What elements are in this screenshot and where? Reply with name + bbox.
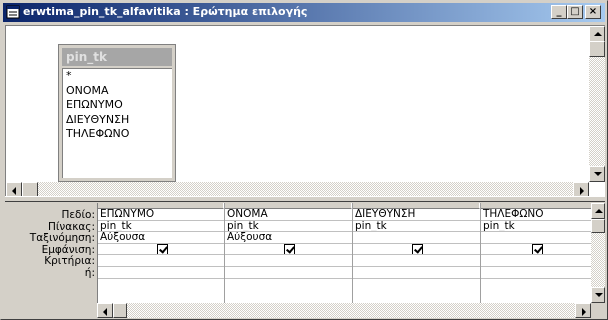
row-labels: Πεδίο: Πίνακας: Ταξινόμηση: Εμφάνιση: Κρ… — [5, 209, 97, 280]
pane-splitter[interactable] — [5, 196, 605, 202]
show-cell — [225, 243, 352, 256]
table-cell[interactable]: pin_tk — [481, 221, 591, 233]
scroll-thumb[interactable] — [591, 219, 605, 233]
criteria-cell[interactable] — [225, 255, 352, 267]
scroll-up-button[interactable] — [591, 203, 605, 219]
close-icon: × — [588, 6, 598, 17]
show-cell — [98, 243, 224, 256]
query-icon — [6, 5, 20, 19]
grid-column[interactable]: ΤΗΛΕΦΩΝΟ pin_tk — [481, 203, 591, 303]
right-arrow-icon — [582, 308, 586, 316]
or-cell[interactable] — [98, 267, 224, 279]
close-button[interactable]: × — [585, 5, 601, 19]
scroll-down-button[interactable] — [589, 166, 605, 182]
or-cell[interactable] — [481, 267, 591, 279]
maximize-icon: □ — [570, 6, 580, 17]
right-arrow-icon — [580, 187, 584, 195]
sort-cell[interactable]: Αύξουσα — [98, 232, 224, 244]
up-arrow-icon — [594, 32, 602, 36]
show-checkbox[interactable] — [532, 243, 543, 255]
show-checkbox[interactable] — [284, 243, 295, 255]
scroll-thumb[interactable] — [113, 303, 127, 318]
field-cell[interactable]: ΔΙΕΥΘΥΝΣΗ — [353, 209, 480, 221]
field-item[interactable]: ΟΝΟΜΑ — [63, 84, 172, 99]
field-cell[interactable]: ΤΗΛΕΦΩΝΟ — [481, 209, 591, 221]
up-arrow-icon — [595, 209, 603, 213]
minimize-button[interactable]: _ — [551, 5, 567, 19]
field-item[interactable]: ΔΙΕΥΘΥΝΣΗ — [63, 113, 172, 128]
criteria-cell[interactable] — [98, 255, 224, 267]
query-design-grid[interactable]: ΕΠΩΝΥΜΟ pin_tk Αύξουσα ΟΝΟΜΑ pin_tk Αύξο… — [97, 203, 591, 303]
down-arrow-icon — [594, 172, 602, 176]
window-title: erwtima_pin_tk_alfavitika : Ερώτημα επιλ… — [23, 5, 308, 18]
design-grid-pane: Πεδίο: Πίνακας: Ταξινόμηση: Εμφάνιση: Κρ… — [5, 203, 605, 319]
table-field-list[interactable]: pin_tk * ΟΝΟΜΑ ΕΠΩΝΥΜΟ ΔΙΕΥΘΥΝΣΗ ΤΗΛΕΦΩΝ… — [58, 44, 176, 182]
scroll-right-button[interactable] — [575, 303, 591, 318]
table-cell[interactable]: pin_tk — [225, 221, 352, 233]
table-cell[interactable]: pin_tk — [353, 221, 480, 233]
show-checkbox[interactable] — [412, 243, 423, 255]
scroll-up-button[interactable] — [589, 26, 605, 42]
sort-cell[interactable] — [481, 232, 591, 244]
left-arrow-icon — [103, 308, 107, 316]
maximize-button[interactable]: □ — [567, 5, 583, 19]
scroll-down-button[interactable] — [591, 287, 605, 303]
field-item[interactable]: ΕΠΩΝΥΜΟ — [63, 98, 172, 113]
criteria-cell[interactable] — [353, 255, 480, 267]
title-bar[interactable]: erwtima_pin_tk_alfavitika : Ερώτημα επιλ… — [3, 3, 605, 22]
down-arrow-icon — [595, 293, 603, 297]
grid-column[interactable]: ΕΠΩΝΥΜΟ pin_tk Αύξουσα — [98, 203, 225, 303]
grid-horizontal-scrollbar[interactable] — [97, 303, 591, 318]
sort-cell[interactable] — [353, 232, 480, 244]
field-cell[interactable]: ΕΠΩΝΥΜΟ — [98, 209, 224, 221]
upper-vertical-scrollbar[interactable] — [589, 26, 605, 182]
minimize-icon: _ — [556, 6, 562, 17]
field-cell[interactable]: ΟΝΟΜΑ — [225, 209, 352, 221]
row-label-criteria: Κριτήρια: — [44, 255, 95, 268]
field-list[interactable]: * ΟΝΟΜΑ ΕΠΩΝΥΜΟ ΔΙΕΥΘΥΝΣΗ ΤΗΛΕΦΩΝΟ — [62, 68, 172, 178]
scroll-left-button[interactable] — [97, 303, 113, 318]
query-design-window: erwtima_pin_tk_alfavitika : Ερώτημα επιλ… — [0, 0, 608, 320]
table-pane[interactable]: pin_tk * ΟΝΟΜΑ ΕΠΩΝΥΜΟ ΔΙΕΥΘΥΝΣΗ ΤΗΛΕΦΩΝ… — [5, 25, 605, 200]
show-cell — [481, 243, 591, 256]
criteria-cell[interactable] — [481, 255, 591, 267]
sort-cell[interactable]: Αύξουσα — [225, 232, 352, 244]
field-item[interactable]: * — [63, 69, 172, 84]
grid-vertical-scrollbar[interactable] — [591, 203, 605, 303]
or-cell[interactable] — [353, 267, 480, 279]
row-label-field: Πεδίο: — [61, 209, 95, 221]
grid-column[interactable]: ΔΙΕΥΘΥΝΣΗ pin_tk — [353, 203, 481, 303]
show-cell — [353, 243, 480, 256]
table-name[interactable]: pin_tk — [62, 48, 172, 66]
grid-column[interactable]: ΟΝΟΜΑ pin_tk Αύξουσα — [225, 203, 353, 303]
field-item[interactable]: ΤΗΛΕΦΩΝΟ — [63, 127, 172, 142]
row-label-or: ή: — [84, 266, 95, 279]
table-cell[interactable]: pin_tk — [98, 221, 224, 233]
scroll-thumb[interactable] — [589, 41, 605, 57]
or-cell[interactable] — [225, 267, 352, 279]
show-checkbox[interactable] — [156, 243, 168, 255]
left-arrow-icon — [12, 187, 16, 195]
